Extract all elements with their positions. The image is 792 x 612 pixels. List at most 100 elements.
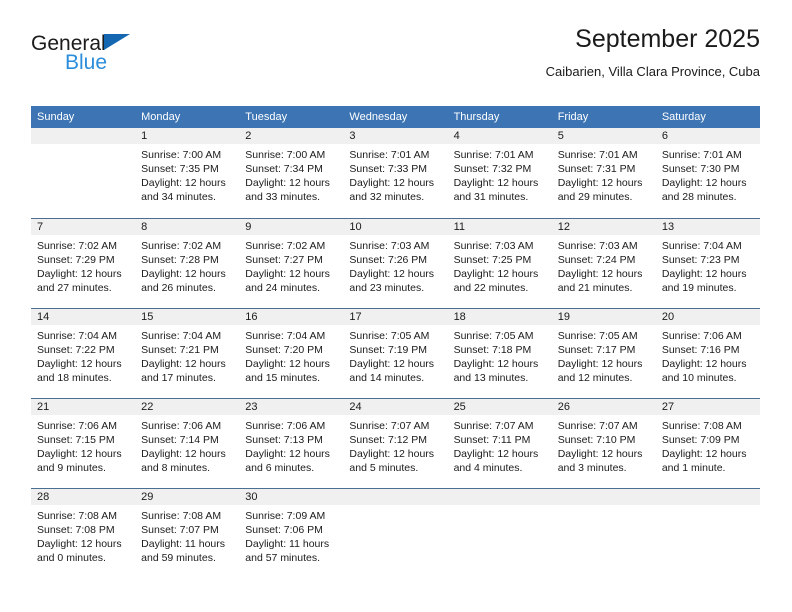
day-cell[interactable]: 8 Sunrise: 7:02 AM Sunset: 7:28 PM Dayli… (135, 219, 240, 308)
day-details: Sunrise: 7:03 AM Sunset: 7:26 PM Dayligh… (343, 235, 447, 295)
sunrise-text: Sunrise: 7:04 AM (37, 330, 117, 342)
daylight-text-line2: and 3 minutes. (557, 462, 627, 474)
day-cell[interactable]: 28 Sunrise: 7:08 AM Sunset: 7:08 PM Dayl… (31, 489, 136, 578)
day-cell[interactable]: 17 Sunrise: 7:05 AM Sunset: 7:19 PM Dayl… (343, 309, 448, 398)
daylight-text-line2: and 32 minutes. (349, 191, 425, 203)
sunset-text: Sunset: 7:23 PM (661, 254, 740, 266)
day-cell[interactable] (655, 489, 760, 578)
weekday-header-friday: Friday (557, 111, 589, 123)
day-cell[interactable]: 1 Sunrise: 7:00 AM Sunset: 7:35 PM Dayli… (135, 128, 240, 218)
daylight-text-line2: and 14 minutes. (349, 372, 425, 384)
day-cell[interactable]: 9 Sunrise: 7:02 AM Sunset: 7:27 PM Dayli… (239, 219, 344, 308)
day-cell[interactable]: 26 Sunrise: 7:07 AM Sunset: 7:10 PM Dayl… (551, 399, 656, 488)
daylight-text-line1: Daylight: 12 hours (661, 268, 747, 280)
day-cell[interactable]: 12 Sunrise: 7:03 AM Sunset: 7:24 PM Dayl… (551, 219, 656, 308)
day-cell[interactable] (447, 489, 552, 578)
day-cell[interactable] (31, 128, 136, 218)
daylight-text-line2: and 5 minutes. (349, 462, 419, 474)
sunset-text: Sunset: 7:20 PM (245, 344, 323, 356)
sunrise-text: Sunrise: 7:05 AM (453, 330, 534, 342)
daylight-text-line2: and 34 minutes. (141, 191, 216, 203)
day-cell[interactable]: 15 Sunrise: 7:04 AM Sunset: 7:21 PM Dayl… (135, 309, 240, 398)
weekday-header-sunday: Sunday (37, 111, 75, 123)
day-cell[interactable]: 27 Sunrise: 7:08 AM Sunset: 7:09 PM Dayl… (655, 399, 760, 488)
daylight-text-line1: Daylight: 12 hours (661, 177, 747, 189)
general-blue-logo[interactable]: General Blue (31, 32, 231, 86)
sunrise-text: Sunrise: 7:05 AM (557, 330, 638, 342)
day-cell[interactable]: 29 Sunrise: 7:08 AM Sunset: 7:07 PM Dayl… (135, 489, 240, 578)
day-cell[interactable]: 20 Sunrise: 7:06 AM Sunset: 7:16 PM Dayl… (655, 309, 760, 398)
day-cell[interactable]: 3 Sunrise: 7:01 AM Sunset: 7:33 PM Dayli… (343, 128, 448, 218)
calendar-grid: Sunday Monday Tuesday Wednesday Thursday… (31, 106, 760, 578)
day-cell[interactable]: 30 Sunrise: 7:09 AM Sunset: 7:06 PM Dayl… (239, 489, 344, 578)
day-number: 2 (239, 128, 344, 144)
day-cell[interactable]: 13 Sunrise: 7:04 AM Sunset: 7:23 PM Dayl… (655, 219, 760, 308)
daylight-text-line1: Daylight: 12 hours (557, 177, 643, 189)
daylight-text-line2: and 4 minutes. (453, 462, 523, 474)
week-row: 14 Sunrise: 7:04 AM Sunset: 7:22 PM Dayl… (31, 308, 760, 398)
day-cell[interactable]: 5 Sunrise: 7:01 AM Sunset: 7:31 PM Dayli… (551, 128, 656, 218)
day-details: Sunrise: 7:05 AM Sunset: 7:18 PM Dayligh… (448, 325, 552, 385)
day-number: 5 (551, 128, 656, 144)
day-number: 28 (31, 489, 136, 505)
page-header: General Blue September 2025 Caibarien, V… (31, 24, 760, 96)
day-cell[interactable]: 10 Sunrise: 7:03 AM Sunset: 7:26 PM Dayl… (343, 219, 448, 308)
day-cell[interactable]: 24 Sunrise: 7:07 AM Sunset: 7:12 PM Dayl… (343, 399, 448, 488)
day-number (31, 128, 136, 144)
day-number: 1 (135, 128, 240, 144)
sunset-text: Sunset: 7:13 PM (245, 434, 323, 446)
day-number: 25 (447, 399, 552, 415)
day-number (655, 489, 760, 505)
sunrise-text: Sunrise: 7:01 AM (557, 149, 638, 161)
sunset-text: Sunset: 7:15 PM (37, 434, 115, 446)
sunset-text: Sunset: 7:07 PM (141, 524, 219, 536)
day-cell[interactable]: 16 Sunrise: 7:04 AM Sunset: 7:20 PM Dayl… (239, 309, 344, 398)
day-details: Sunrise: 7:04 AM Sunset: 7:22 PM Dayligh… (31, 325, 135, 385)
daylight-text-line2: and 57 minutes. (245, 552, 320, 564)
day-number: 23 (239, 399, 344, 415)
daylight-text-line2: and 21 minutes. (557, 282, 633, 294)
sunset-text: Sunset: 7:33 PM (349, 163, 428, 175)
sunrise-text: Sunrise: 7:06 AM (661, 330, 742, 342)
day-details: Sunrise: 7:01 AM Sunset: 7:32 PM Dayligh… (448, 144, 552, 204)
day-cell[interactable] (343, 489, 448, 578)
day-cell[interactable]: 19 Sunrise: 7:05 AM Sunset: 7:17 PM Dayl… (551, 309, 656, 398)
daylight-text-line1: Daylight: 12 hours (349, 177, 435, 189)
daylight-text-line2: and 17 minutes. (141, 372, 216, 384)
day-details: Sunrise: 7:06 AM Sunset: 7:15 PM Dayligh… (31, 415, 135, 475)
sunset-text: Sunset: 7:27 PM (245, 254, 323, 266)
day-number: 7 (31, 219, 136, 235)
day-cell[interactable]: 14 Sunrise: 7:04 AM Sunset: 7:22 PM Dayl… (31, 309, 136, 398)
day-cell[interactable] (551, 489, 656, 578)
day-number: 16 (239, 309, 344, 325)
day-cell[interactable]: 4 Sunrise: 7:01 AM Sunset: 7:32 PM Dayli… (447, 128, 552, 218)
sunrise-text: Sunrise: 7:06 AM (245, 420, 326, 432)
day-cell[interactable]: 22 Sunrise: 7:06 AM Sunset: 7:14 PM Dayl… (135, 399, 240, 488)
sunset-text: Sunset: 7:16 PM (661, 344, 740, 356)
calendar-page: General Blue September 2025 Caibarien, V… (0, 0, 792, 612)
day-cell[interactable]: 6 Sunrise: 7:01 AM Sunset: 7:30 PM Dayli… (655, 128, 760, 218)
sunrise-text: Sunrise: 7:02 AM (245, 240, 326, 252)
day-cell[interactable]: 23 Sunrise: 7:06 AM Sunset: 7:13 PM Dayl… (239, 399, 344, 488)
daylight-text-line2: and 22 minutes. (453, 282, 529, 294)
day-number: 4 (447, 128, 552, 144)
daylight-text-line2: and 9 minutes. (37, 462, 106, 474)
day-cell[interactable]: 25 Sunrise: 7:07 AM Sunset: 7:11 PM Dayl… (447, 399, 552, 488)
day-cell[interactable]: 7 Sunrise: 7:02 AM Sunset: 7:29 PM Dayli… (31, 219, 136, 308)
sunrise-text: Sunrise: 7:04 AM (661, 240, 742, 252)
day-cell[interactable]: 11 Sunrise: 7:03 AM Sunset: 7:25 PM Dayl… (447, 219, 552, 308)
day-details: Sunrise: 7:04 AM Sunset: 7:23 PM Dayligh… (656, 235, 760, 295)
daylight-text-line1: Daylight: 12 hours (453, 448, 539, 460)
daylight-text-line1: Daylight: 12 hours (245, 268, 330, 280)
sunrise-text: Sunrise: 7:02 AM (37, 240, 117, 252)
day-details: Sunrise: 7:01 AM Sunset: 7:30 PM Dayligh… (656, 144, 760, 204)
day-cell[interactable]: 18 Sunrise: 7:05 AM Sunset: 7:18 PM Dayl… (447, 309, 552, 398)
daylight-text-line1: Daylight: 12 hours (37, 268, 122, 280)
day-cell[interactable]: 2 Sunrise: 7:00 AM Sunset: 7:34 PM Dayli… (239, 128, 344, 218)
sunset-text: Sunset: 7:09 PM (661, 434, 740, 446)
day-cell[interactable]: 21 Sunrise: 7:06 AM Sunset: 7:15 PM Dayl… (31, 399, 136, 488)
sunrise-text: Sunrise: 7:04 AM (245, 330, 326, 342)
title-block: September 2025 Caibarien, Villa Clara Pr… (546, 24, 760, 80)
sunrise-text: Sunrise: 7:05 AM (349, 330, 430, 342)
day-details: Sunrise: 7:08 AM Sunset: 7:07 PM Dayligh… (135, 505, 239, 565)
